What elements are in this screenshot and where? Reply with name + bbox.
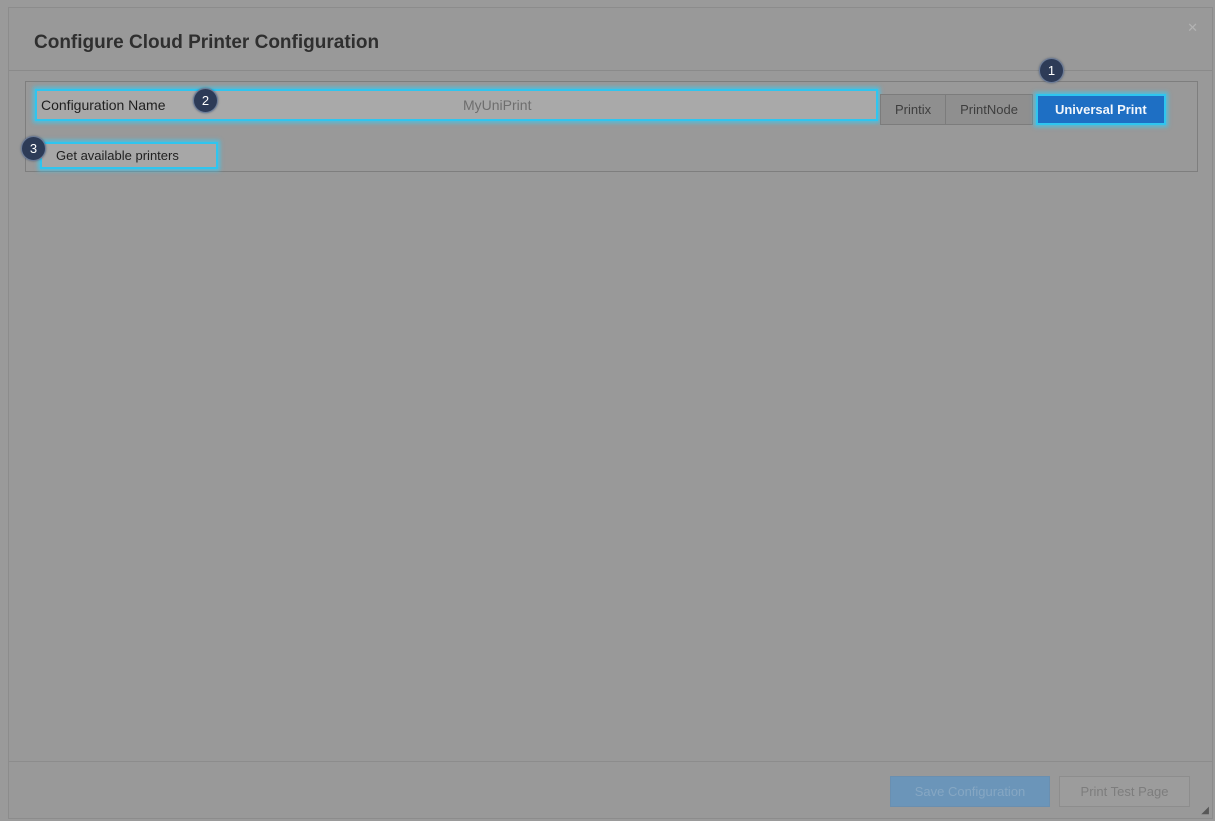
- step-badge-2: 2: [193, 88, 218, 113]
- provider-toggle-group: Printix PrintNode Universal Print: [880, 94, 1166, 125]
- provider-printix-button[interactable]: Printix: [880, 94, 947, 125]
- provider-universal-print-button[interactable]: Universal Print: [1035, 94, 1166, 125]
- configuration-name-group: Configuration Name: [35, 89, 878, 121]
- configuration-name-input[interactable]: [189, 91, 876, 119]
- step-badge-3: 3: [21, 136, 46, 161]
- dialog-title: Configure Cloud Printer Configuration: [34, 32, 380, 53]
- get-available-printers-button[interactable]: Get available printers: [40, 142, 218, 169]
- step-badge-1: 1: [1039, 58, 1064, 83]
- print-test-page-button[interactable]: Print Test Page: [1059, 776, 1190, 807]
- cloud-printer-dialog: Configure Cloud Printer Configuration ✕ …: [8, 7, 1213, 819]
- configuration-name-label: Configuration Name: [37, 91, 189, 119]
- save-configuration-button[interactable]: Save Configuration: [890, 776, 1050, 807]
- close-icon[interactable]: ✕: [1187, 20, 1198, 36]
- dialog-header: Configure Cloud Printer Configuration ✕: [9, 8, 1212, 71]
- dialog-footer: Save Configuration Print Test Page ◢: [9, 761, 1212, 818]
- provider-printnode-button[interactable]: PrintNode: [945, 94, 1033, 125]
- resize-grip-icon[interactable]: ◢: [1201, 805, 1209, 816]
